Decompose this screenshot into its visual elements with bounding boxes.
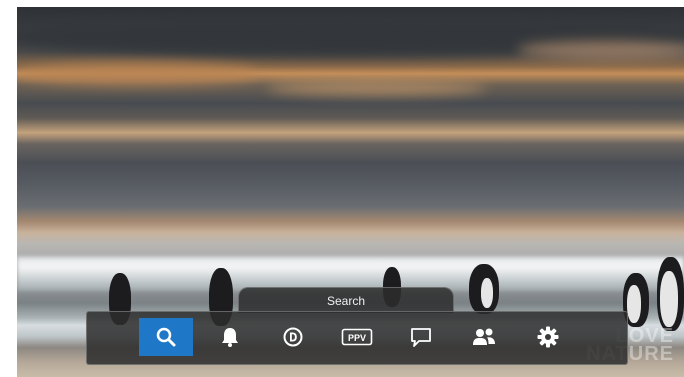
ppv-button[interactable]: PPV (330, 318, 384, 356)
active-item-label: Search (326, 293, 366, 308)
sunset-glow (267, 81, 487, 95)
bell-icon (222, 328, 238, 347)
penguin (469, 264, 499, 314)
sunset-glow (17, 63, 257, 85)
sunset-glow (517, 41, 684, 59)
search-button[interactable] (139, 318, 193, 356)
messages-button[interactable] (394, 318, 448, 356)
menu-label-tab: Search (238, 287, 454, 313)
d-circle-icon (283, 327, 303, 347)
profiles-button[interactable] (457, 318, 511, 356)
search-icon (156, 327, 176, 347)
ppv-icon-label: PPV (348, 333, 366, 343)
reminders-button[interactable] (203, 318, 257, 356)
settings-button[interactable] (521, 318, 575, 356)
ppv-icon: PPV (341, 328, 373, 346)
penguin (657, 257, 684, 331)
gear-icon (537, 326, 559, 348)
on-demand-button[interactable] (266, 318, 320, 356)
people-icon (473, 328, 495, 345)
speech-bubble-icon (411, 328, 431, 347)
